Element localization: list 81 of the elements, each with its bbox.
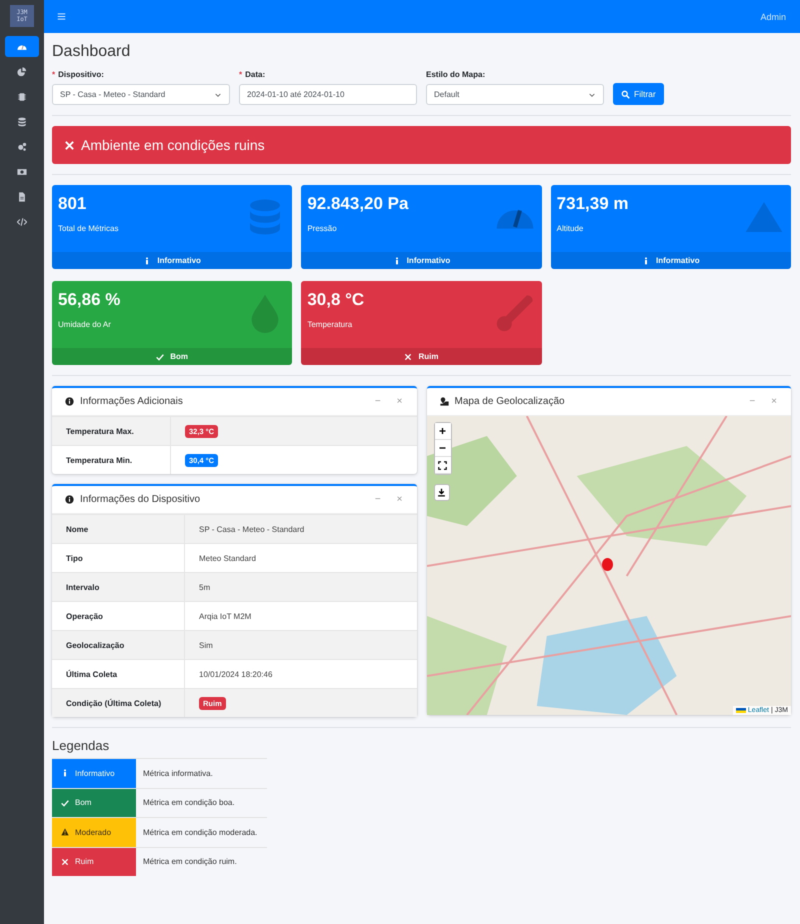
table-cell: Geolocalização xyxy=(52,631,185,659)
code-icon xyxy=(17,216,27,226)
close-button[interactable]: × xyxy=(767,396,781,407)
fullscreen-icon xyxy=(438,460,447,470)
field-label: Dispositivo: xyxy=(58,70,104,79)
flag-icon xyxy=(736,708,746,713)
date-field[interactable]: 2024-01-10 até 2024-01-10 xyxy=(239,84,417,105)
legend-title: Legendas xyxy=(52,738,110,753)
table-cell: Condição (Última Coleta) xyxy=(52,689,185,717)
table-cell: Meteo Standard xyxy=(199,554,256,562)
metric-value: 801 xyxy=(58,194,88,214)
minimize-button[interactable]: − xyxy=(370,494,385,505)
metric-value: 56,86 % xyxy=(58,290,120,310)
legend-label: Informativo xyxy=(75,768,115,778)
metric-value: 92.843,20 Pa xyxy=(307,194,408,214)
table-cell: 10/01/2024 18:20:46 xyxy=(199,670,272,678)
legend-label: Moderado xyxy=(75,828,112,837)
legend-description: Métrica em condição moderada. xyxy=(142,826,258,839)
legend-description: Métrica em condição ruim. xyxy=(142,856,237,868)
close-button[interactable]: × xyxy=(392,494,406,505)
table-cell: Nome xyxy=(52,515,185,543)
gears-icon xyxy=(17,142,27,152)
status-text: Bom xyxy=(170,352,188,361)
panel-title: Informações do Dispositivo xyxy=(80,494,202,505)
alert-text: Ambiente em condições ruins xyxy=(81,137,265,153)
table-cell: Arqia IoT M2M xyxy=(199,612,252,620)
field-label: Estilo do Mapa: xyxy=(426,70,486,79)
zoom-in-button[interactable]: + xyxy=(434,423,450,440)
document-icon xyxy=(17,192,27,202)
minimize-button[interactable]: − xyxy=(745,396,760,407)
metric-value: 731,39 m xyxy=(556,194,628,214)
search-icon xyxy=(621,90,630,98)
metric-label: Total de Métricas xyxy=(58,224,118,233)
legend-description: Métrica informativa. xyxy=(142,768,213,780)
menu-icon xyxy=(57,12,66,21)
metric-label: Temperatura xyxy=(307,320,354,329)
check-icon xyxy=(156,352,164,360)
metric-label: Altitude xyxy=(556,224,584,233)
download-button[interactable] xyxy=(434,484,450,501)
metric-value: 30,8 °C xyxy=(307,290,364,310)
map-marker-icon xyxy=(440,397,448,406)
table-cell: 5m xyxy=(199,582,210,592)
thermometer-icon xyxy=(494,293,535,333)
filter-button[interactable]: Filtrar xyxy=(613,83,664,105)
check-icon xyxy=(61,798,69,807)
panel-title: Informações Adicionais xyxy=(80,396,184,407)
table-cell: Sim xyxy=(199,640,213,650)
table-cell: Temperatura Max. xyxy=(52,417,171,445)
required-mark: * xyxy=(52,70,56,79)
status-text: Informativo xyxy=(157,256,201,265)
user-link[interactable]: Admin xyxy=(760,12,786,22)
x-icon xyxy=(61,858,69,866)
pie-chart-icon xyxy=(17,66,27,76)
field-label: Data: xyxy=(245,70,266,79)
warning-icon xyxy=(61,828,69,836)
database-icon xyxy=(17,116,27,126)
banknote-icon xyxy=(17,166,27,176)
metric-label: Pressão xyxy=(307,224,338,233)
status-text: Ruim xyxy=(418,352,438,361)
chip-icon xyxy=(17,92,27,102)
status-text: Informativo xyxy=(656,256,700,265)
legend-description: Métrica em condição boa. xyxy=(142,797,235,810)
required-mark: * xyxy=(239,70,242,79)
table-cell: Temperatura Min. xyxy=(52,446,171,474)
x-icon xyxy=(404,352,412,360)
info-icon xyxy=(61,769,69,778)
download-icon xyxy=(437,488,446,497)
minimize-button[interactable]: − xyxy=(370,396,385,407)
metric-label: Umidade do Ar xyxy=(58,320,112,329)
select-field[interactable]: Default xyxy=(426,84,604,105)
select-field[interactable]: SP - Casa - Meteo - Standard xyxy=(52,84,230,105)
x-icon xyxy=(64,140,75,150)
legend-label: Ruim xyxy=(75,857,94,866)
sidebar-item[interactable] xyxy=(5,36,39,57)
page-title: Dashboard xyxy=(52,43,132,61)
panel-title: Mapa de Geolocalização xyxy=(454,396,566,407)
table-cell: SP - Casa - Meteo - Standard xyxy=(199,524,304,534)
table-cell: Intervalo xyxy=(52,573,185,601)
legend-label: Bom xyxy=(75,798,92,808)
close-button[interactable]: × xyxy=(392,396,406,407)
status-text: Informativo xyxy=(406,256,450,265)
